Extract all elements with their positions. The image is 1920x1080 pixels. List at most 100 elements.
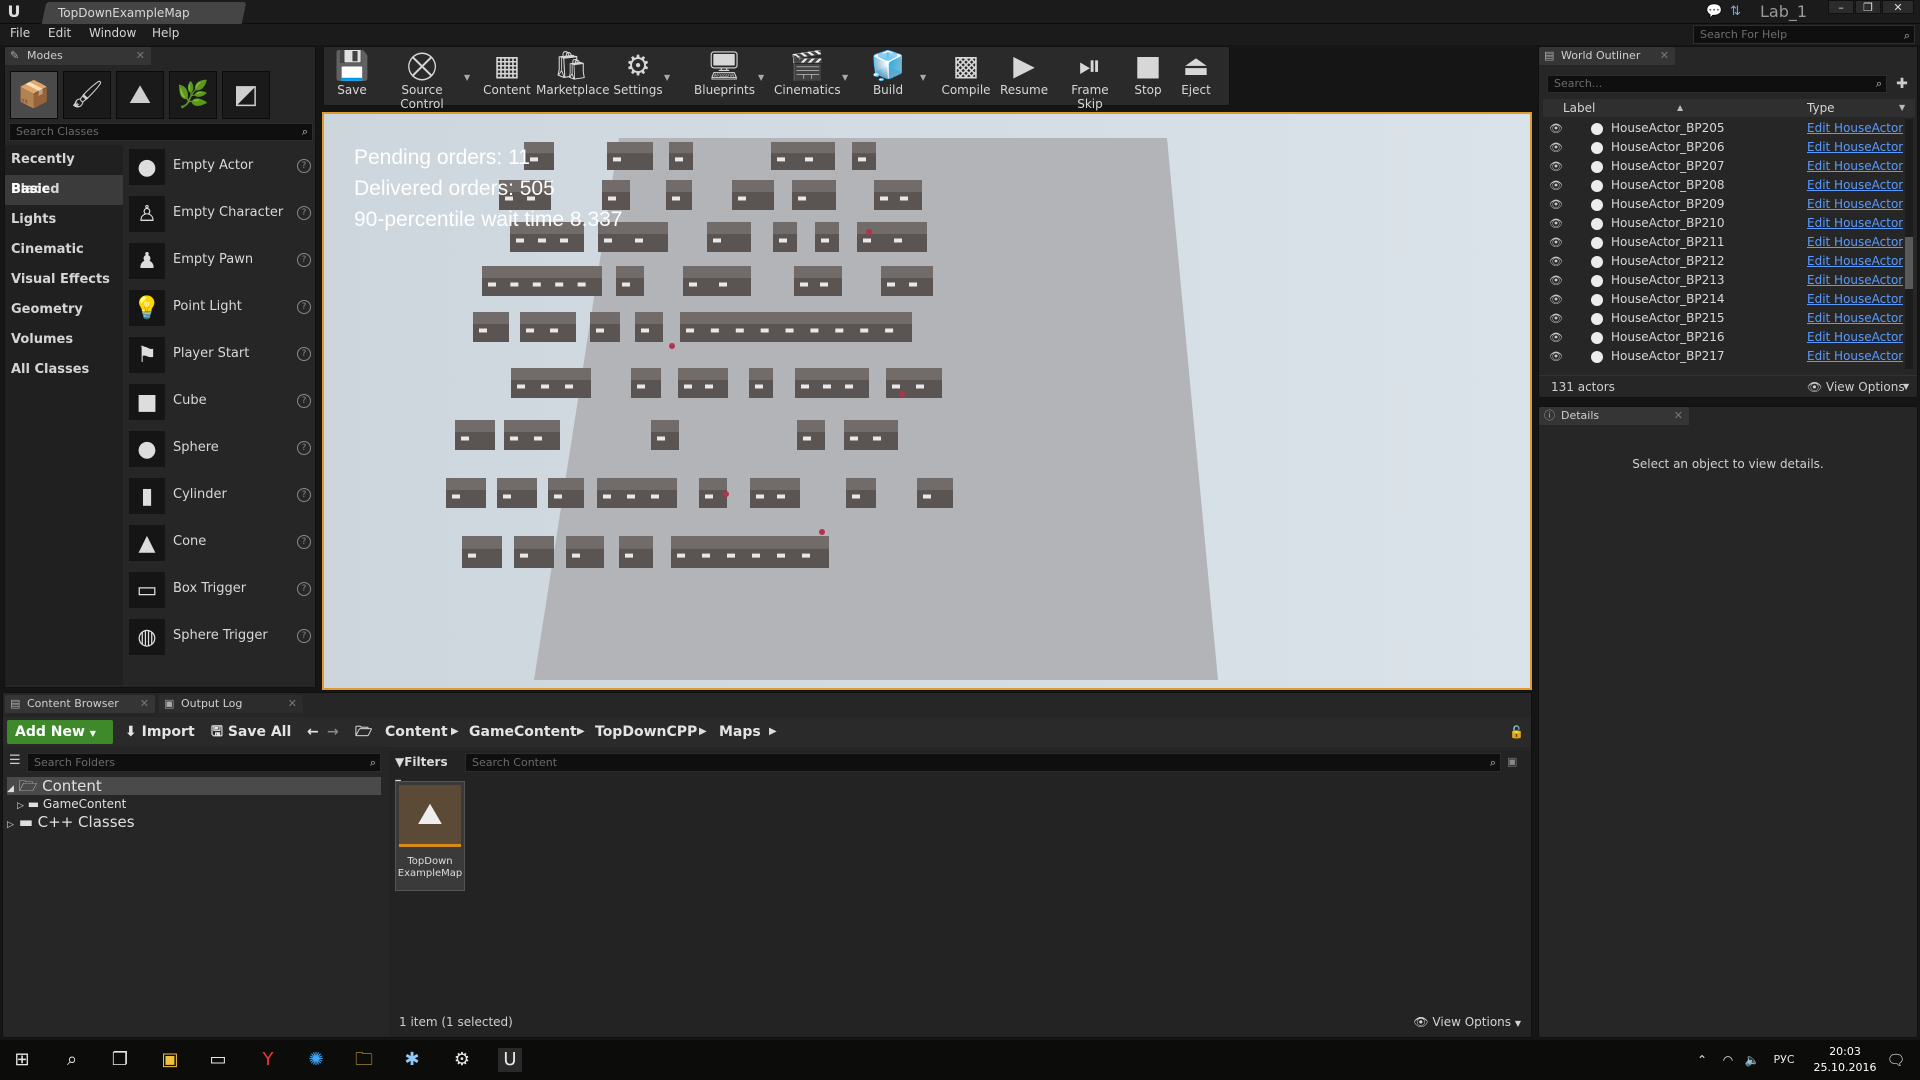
unreal-engine-taskbar-icon[interactable]: U (498, 1048, 522, 1072)
add-new-button[interactable]: Add New ▼ (7, 720, 113, 744)
blueprints-dropdown-icon[interactable]: ▼ (758, 73, 764, 82)
edit-actor-type-link[interactable]: Edit HouseActor (1807, 214, 1903, 233)
outliner-row[interactable]: 👁 HouseActor_BP207 Edit HouseActor (1543, 157, 1903, 176)
source-control-button[interactable]: ⛒ Source Control (380, 49, 464, 111)
close-window-button[interactable]: ✕ (1882, 0, 1914, 14)
placeable-item[interactable]: ▲ Cone? (125, 521, 315, 565)
volume-icon[interactable]: 🔈 (1740, 1048, 1764, 1072)
visibility-eye-icon[interactable]: 👁 (1549, 176, 1563, 195)
visibility-eye-icon[interactable]: 👁 (1549, 290, 1563, 309)
visibility-eye-icon[interactable]: 👁 (1549, 252, 1563, 271)
breadcrumb-separator-icon[interactable]: ▶ (769, 720, 777, 744)
tray-chevron-up-icon[interactable]: ⌃ (1690, 1048, 1714, 1072)
app-icon-visual-studio[interactable]: ✱ (400, 1048, 424, 1072)
visibility-eye-icon[interactable]: 👁 (1549, 214, 1563, 233)
edit-actor-type-link[interactable]: Edit HouseActor (1807, 290, 1903, 309)
import-button[interactable]: ⬇ Import (125, 720, 195, 744)
visibility-eye-icon[interactable]: 👁 (1549, 347, 1563, 366)
maximize-button[interactable]: ❐ (1855, 0, 1881, 14)
save-button[interactable]: 💾 Save (330, 49, 374, 105)
breadcrumb-content[interactable]: Content (385, 720, 448, 744)
edit-actor-type-link[interactable]: Edit HouseActor (1807, 157, 1903, 176)
help-icon[interactable]: ? (297, 206, 311, 220)
clock[interactable]: 20:03 25.10.2016 (1810, 1044, 1880, 1076)
placeable-item[interactable]: ♙ Empty Character? (125, 192, 315, 236)
help-icon[interactable]: ? (297, 441, 311, 455)
edit-actor-type-link[interactable]: Edit HouseActor (1807, 347, 1903, 366)
breadcrumb-separator-icon[interactable]: ▶ (577, 720, 585, 744)
filters-button[interactable]: ▼Filters ▼ (395, 753, 455, 787)
category-geometry[interactable]: Geometry (5, 295, 123, 325)
settings-dropdown-icon[interactable]: ▼ (664, 73, 670, 82)
placeable-item[interactable]: ♟ Empty Pawn? (125, 239, 315, 283)
app-icon-terminal[interactable]: ▭ (206, 1048, 230, 1072)
edit-actor-type-link[interactable]: Edit HouseActor (1807, 138, 1903, 157)
category-lights[interactable]: Lights (5, 205, 123, 235)
search-icon[interactable]: ⌕ (60, 1048, 84, 1072)
expand-arrow-icon[interactable]: ◢ (7, 784, 14, 794)
scrollbar-thumb[interactable] (1905, 237, 1913, 289)
tree-item-cpp-classes[interactable]: ▷ ▬ C++ Classes (7, 813, 135, 831)
help-icon[interactable]: ? (297, 300, 311, 314)
level-viewport[interactable]: Pending orders: 11 Delivered orders: 505… (322, 112, 1532, 690)
place-mode-icon[interactable]: 📦 (10, 71, 58, 119)
outliner-row[interactable]: 👁 HouseActor_BP216 Edit HouseActor (1543, 328, 1903, 347)
category-basic[interactable]: Basic (5, 175, 123, 205)
input-language[interactable]: РУС (1766, 1048, 1802, 1072)
close-tab-icon[interactable]: ✕ (140, 695, 149, 713)
help-icon[interactable]: ? (297, 347, 311, 361)
menu-file[interactable]: File (10, 26, 30, 40)
category-visual-effects[interactable]: Visual Effects (5, 265, 123, 295)
back-arrow-icon[interactable]: ← (307, 720, 319, 744)
tab-details[interactable]: ⓘ Details ✕ (1539, 407, 1689, 425)
build-dropdown-icon[interactable]: ▼ (920, 73, 926, 82)
edit-actor-type-link[interactable]: Edit HouseActor (1807, 328, 1903, 347)
placeable-item[interactable]: ◍ Sphere Trigger? (125, 615, 315, 659)
notifications-icon[interactable]: 🗨 (1884, 1048, 1908, 1072)
marketplace-button[interactable]: 🛍 Marketplace (536, 49, 610, 105)
placeable-item[interactable]: ● Sphere? (125, 427, 315, 471)
search-content-input[interactable]: Search Content ⌕ (465, 753, 1501, 772)
content-button[interactable]: ▦ Content (482, 49, 532, 105)
tab-modes[interactable]: ✎ Modes ✕ (5, 47, 151, 65)
visibility-eye-icon[interactable]: 👁 (1549, 157, 1563, 176)
save-all-button[interactable]: 🖫 Save All (211, 720, 291, 744)
level-document-tab[interactable]: TopDownExampleMap (41, 2, 247, 24)
collapse-arrow-icon[interactable]: ▷ (7, 820, 14, 830)
category-volumes[interactable]: Volumes (5, 325, 123, 355)
outliner-row[interactable]: 👁 HouseActor_BP214 Edit HouseActor (1543, 290, 1903, 309)
type-column-header[interactable]: Type (1807, 99, 1835, 117)
minimize-button[interactable]: – (1828, 0, 1854, 14)
placeable-item[interactable]: ▮ Cylinder? (125, 474, 315, 518)
frame-skip-button[interactable]: ⏯ Frame Skip (1058, 49, 1122, 111)
column-options-icon[interactable]: ▼ (1899, 99, 1905, 117)
menu-window[interactable]: Window (89, 26, 136, 40)
tree-item-gamecontent[interactable]: ▷ ▬ GameContent (17, 795, 126, 813)
outliner-search-input[interactable]: Search... ⌕ (1547, 75, 1887, 93)
breadcrumb-maps[interactable]: Maps (719, 720, 761, 744)
outliner-row[interactable]: 👁 HouseActor_BP213 Edit HouseActor (1543, 271, 1903, 290)
menu-edit[interactable]: Edit (48, 26, 71, 40)
category-recently-placed[interactable]: Recently Placed (5, 145, 123, 197)
placeable-item[interactable]: 💡 Point Light? (125, 286, 315, 330)
outliner-view-options-button[interactable]: View Options (1826, 380, 1905, 394)
visibility-eye-icon[interactable]: 👁 (1549, 309, 1563, 328)
edit-actor-type-link[interactable]: Edit HouseActor (1807, 176, 1903, 195)
outliner-row[interactable]: 👁 HouseActor_BP206 Edit HouseActor (1543, 138, 1903, 157)
breadcrumb-topdowncpp[interactable]: TopDownCPP (595, 720, 697, 744)
foliage-mode-icon[interactable]: 🌿 (169, 71, 217, 119)
placeable-item[interactable]: ⚑ Player Start? (125, 333, 315, 377)
forward-arrow-icon[interactable]: → (327, 720, 339, 744)
compile-button[interactable]: ▩ Compile (940, 49, 992, 105)
outliner-scrollbar[interactable] (1905, 119, 1913, 369)
tab-content-browser[interactable]: ▤ Content Browser ✕ (5, 695, 155, 713)
placeable-item[interactable]: ▭ Box Trigger? (125, 568, 315, 612)
category-cinematic[interactable]: Cinematic (5, 235, 123, 265)
help-search-input[interactable]: Search For Help ⌕ (1693, 25, 1915, 44)
source-control-status-icon[interactable]: ⇅ (1730, 4, 1741, 19)
outliner-row[interactable]: 👁 HouseActor_BP208 Edit HouseActor (1543, 176, 1903, 195)
collapse-arrow-icon[interactable]: ▷ (17, 801, 24, 811)
stop-button[interactable]: ■ Stop (1128, 49, 1168, 105)
outliner-row[interactable]: 👁 HouseActor_BP209 Edit HouseActor (1543, 195, 1903, 214)
close-tab-icon[interactable]: ✕ (288, 695, 297, 713)
